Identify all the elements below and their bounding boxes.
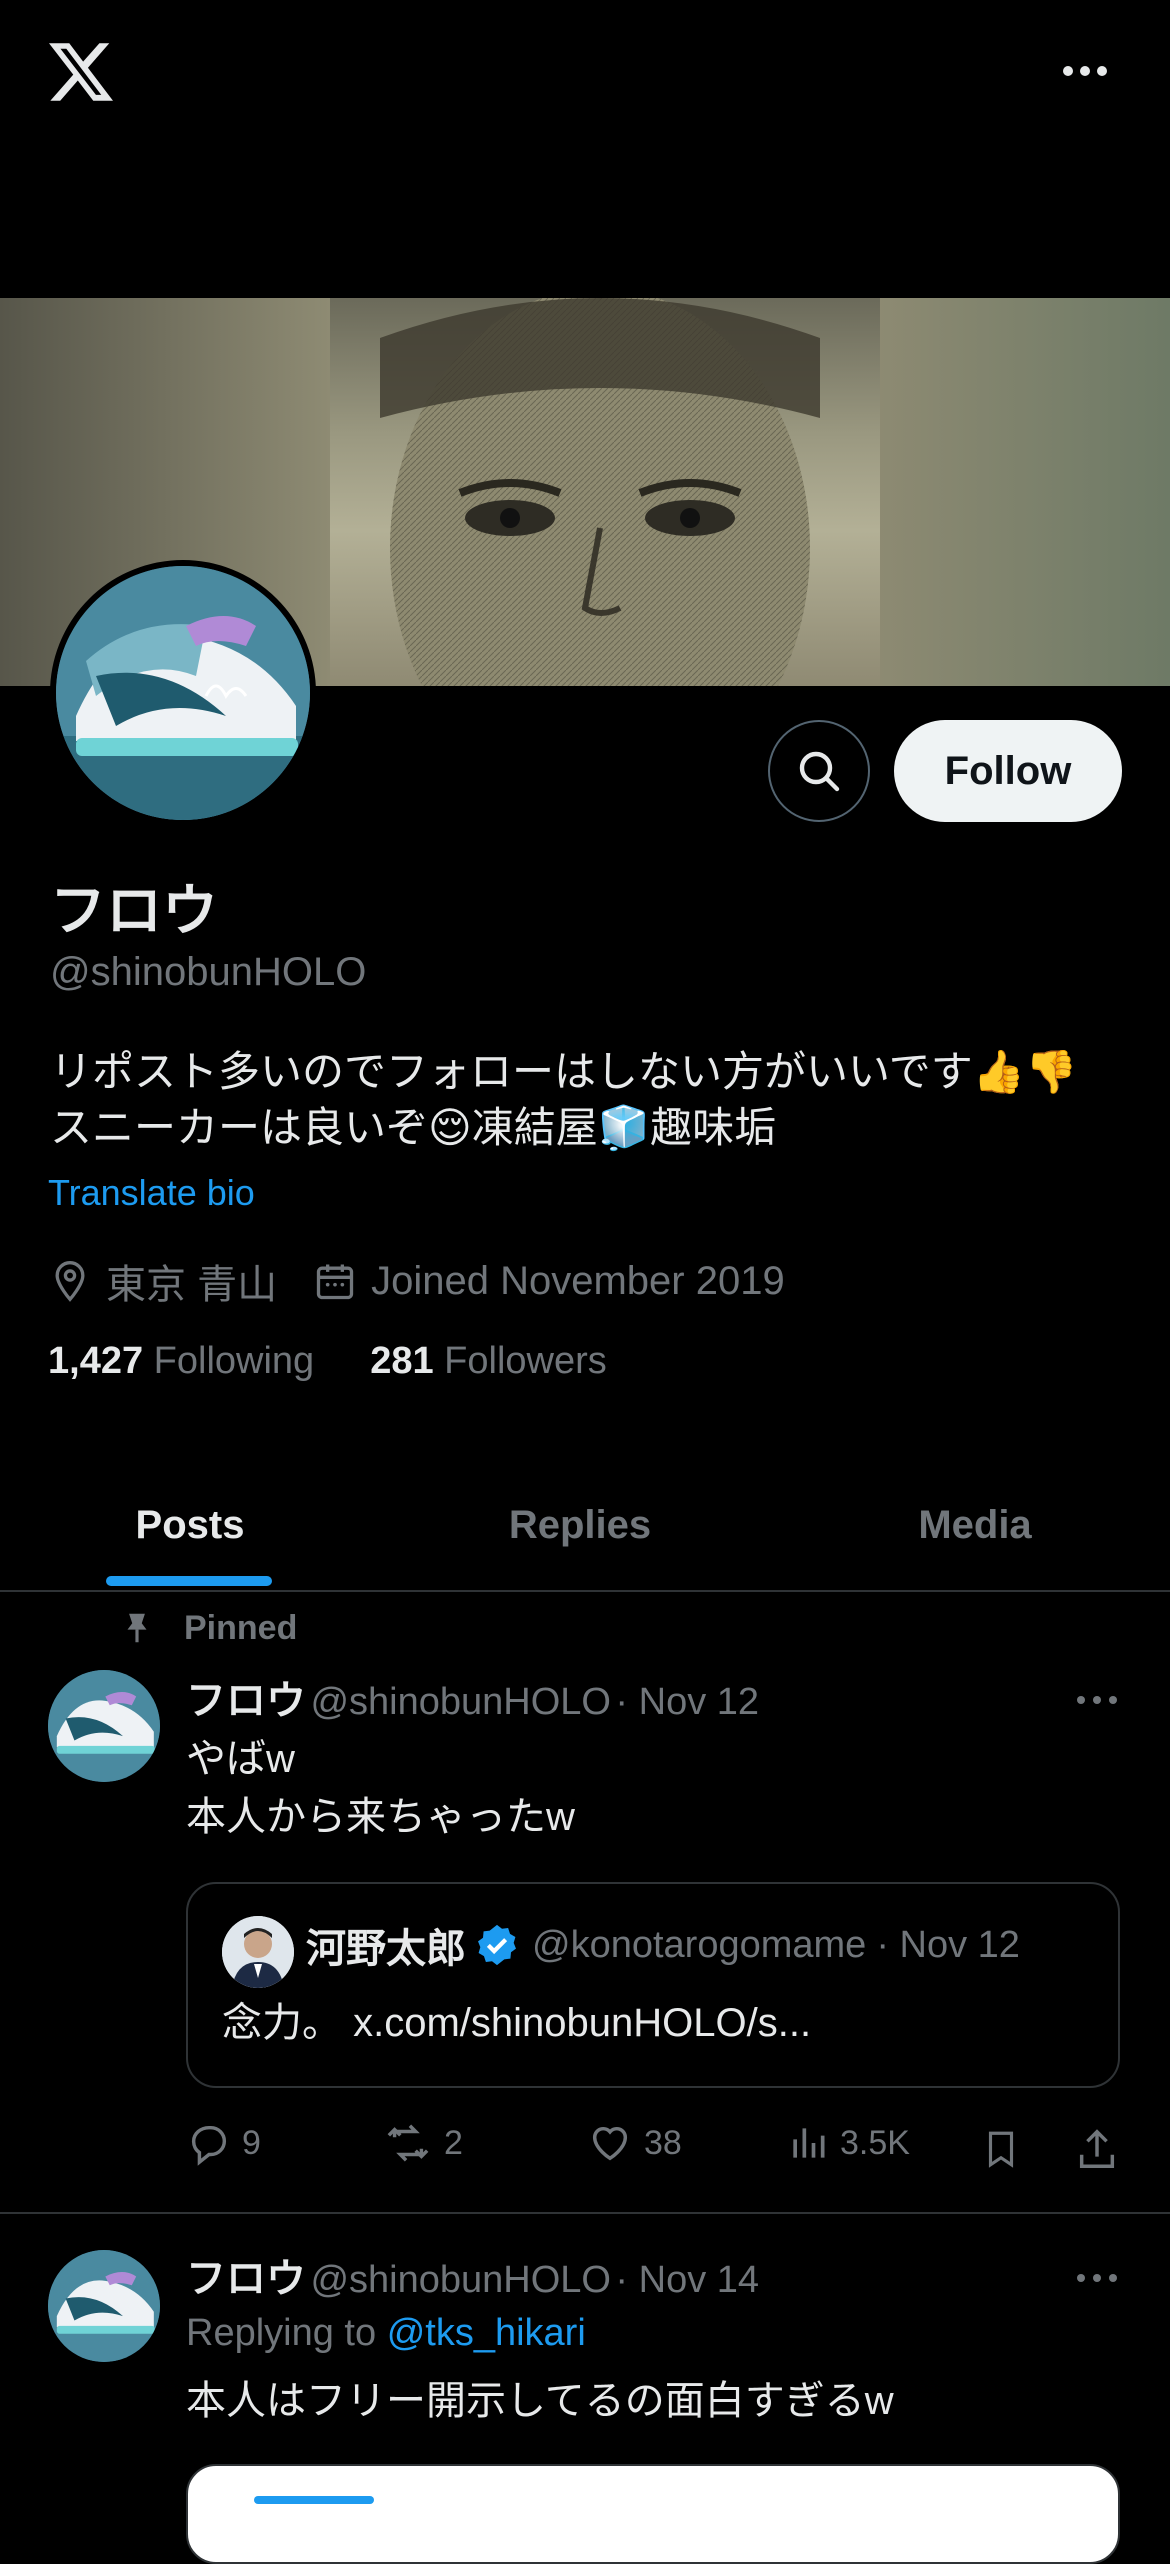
person-avatar-image	[222, 1916, 294, 1988]
profile-tabs: Posts Replies Media	[0, 1460, 1170, 1592]
followers-link[interactable]: 281 Followers	[370, 1340, 607, 1383]
reply-icon	[191, 2125, 227, 2166]
post-text-line-2: 本人から来ちゃったw	[186, 1795, 575, 1839]
post-author-handle[interactable]: @shinobunHOLO	[310, 2259, 611, 2301]
like-button[interactable]: 38	[586, 2120, 682, 2166]
quoted-post[interactable]: 河野太郎 @konotarogomame · Nov 12 念力。 x.com/…	[186, 1882, 1120, 2088]
repost-icon	[387, 2124, 429, 2162]
post-author-handle[interactable]: @shinobunHOLO	[310, 1681, 611, 1723]
card-accent-bar	[254, 2496, 374, 2504]
post-author-name[interactable]: フロウ	[186, 1679, 306, 1723]
post-actions: 9 2 38 3.5K	[186, 2120, 1126, 2180]
verified-badge-icon	[478, 1924, 516, 1966]
pin-icon	[127, 1613, 147, 1643]
location-icon	[55, 1261, 85, 1302]
post-header: フロウ @shinobunHOLO · Nov 12	[186, 1668, 759, 1726]
active-tab-indicator	[106, 1576, 272, 1586]
x-logo-icon[interactable]	[46, 40, 116, 104]
heart-icon	[592, 2126, 628, 2161]
post-text: 本人はフリー開示してるの面白すぎるw	[186, 2379, 894, 2423]
sneaker-image	[48, 2250, 160, 2362]
replying-to-handle-link[interactable]: @tks_hikari	[387, 2312, 586, 2354]
profile-avatar[interactable]	[50, 560, 316, 826]
repost-button[interactable]: 2	[382, 2120, 463, 2166]
tab-posts[interactable]: Posts	[0, 1460, 380, 1590]
more-options-icon[interactable]	[1060, 56, 1110, 86]
profile-joined-date: Joined November 2019	[371, 1258, 785, 1303]
views-count: 3.5K	[840, 2123, 910, 2162]
sneaker-image	[56, 566, 310, 820]
post-header: フロウ @shinobunHOLO · Nov 14	[186, 2246, 759, 2304]
replying-to: Replying to @tks_hikari	[186, 2312, 586, 2355]
post-date[interactable]: · Nov 14	[615, 2259, 759, 2301]
views-chart-icon	[793, 2128, 825, 2158]
bookmark-icon[interactable]	[980, 2124, 1022, 2174]
banner-right-pattern	[880, 298, 1170, 686]
search-icon	[799, 751, 840, 792]
profile-display-name: フロウ	[50, 879, 218, 942]
sneaker-image	[48, 1670, 160, 1782]
profile-handle: @shinobunHOLO	[50, 950, 367, 994]
views-button[interactable]: 3.5K	[786, 2120, 910, 2166]
pinned-indicator: Pinned	[118, 1608, 297, 1648]
repost-count: 2	[444, 2123, 463, 2162]
post-more-icon[interactable]	[1074, 1690, 1120, 1710]
post-text: やばw 本人から来ちゃったw	[186, 1730, 575, 1846]
quote-author-name: 河野太郎	[306, 1927, 466, 1971]
followers-label: Followers	[444, 1340, 607, 1382]
top-bar	[0, 0, 1170, 300]
reply-button[interactable]: 9	[186, 2120, 261, 2166]
profile-bio: リポスト多いのでフォローはしない方がいいです👍👎 スニーカーは良いぞ😌凍結屋🧊趣…	[50, 1044, 1130, 1156]
media-card-preview[interactable]	[186, 2464, 1120, 2564]
quote-date: · Nov 12	[876, 1923, 1020, 1966]
share-icon[interactable]	[1074, 2124, 1120, 2174]
follow-stats: 1,427 Following 281 Followers	[48, 1340, 607, 1383]
quote-author-handle: @konotarogomame	[532, 1923, 867, 1966]
pinned-label: Pinned	[184, 1608, 298, 1647]
quote-text: 念力。 x.com/shinobunHOLO/s...	[222, 2001, 812, 2045]
follow-button[interactable]: Follow	[894, 720, 1122, 822]
reply-count: 9	[242, 2123, 261, 2162]
post-text-line-1: やばw	[186, 1737, 295, 1781]
quote-avatar	[222, 1916, 294, 1988]
post-divider	[0, 2212, 1170, 2214]
post-author-name[interactable]: フロウ	[186, 2257, 306, 2301]
post-more-icon[interactable]	[1074, 2268, 1120, 2288]
tab-replies[interactable]: Replies	[390, 1460, 770, 1590]
followers-count: 281	[370, 1340, 434, 1382]
bio-line-2: スニーカーは良いぞ😌凍結屋🧊趣味垢	[50, 1104, 777, 1151]
search-profile-button[interactable]	[768, 720, 870, 822]
translate-bio-link[interactable]: Translate bio	[48, 1172, 255, 1214]
tab-media[interactable]: Media	[780, 1460, 1170, 1590]
bio-line-1: リポスト多いのでフォローはしない方がいいです👍👎	[50, 1048, 1078, 1095]
banner-portrait-image	[380, 298, 820, 686]
profile-meta: 東京 青山 Joined November 2019	[48, 1252, 785, 1310]
profile-location: 東京 青山	[106, 1263, 278, 1307]
following-count: 1,427	[48, 1340, 144, 1382]
like-count: 38	[644, 2123, 682, 2162]
following-label: Following	[153, 1340, 315, 1382]
calendar-icon	[316, 1264, 354, 1300]
post-avatar[interactable]	[48, 2250, 160, 2362]
post-avatar[interactable]	[48, 1670, 160, 1782]
replying-to-prefix: Replying to	[186, 2312, 377, 2354]
post-date[interactable]: · Nov 12	[615, 1681, 759, 1723]
following-link[interactable]: 1,427 Following	[48, 1340, 314, 1383]
quote-header: 河野太郎 @konotarogomame · Nov 12	[306, 1916, 1020, 1974]
